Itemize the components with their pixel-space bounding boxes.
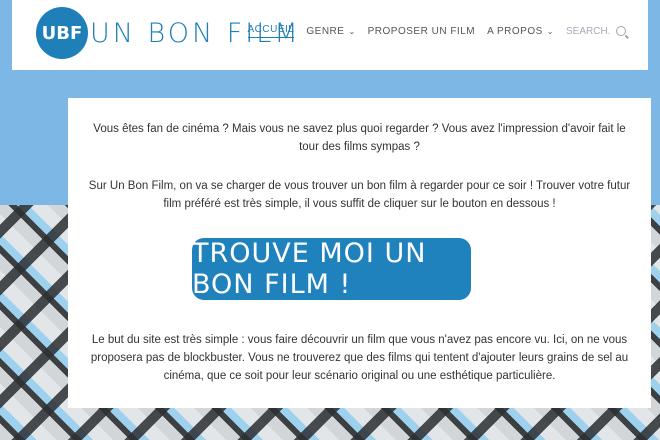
site-header: UBF UN BON FILM ACCUEIL GENRE ⌄ PROPOSER … — [12, 0, 648, 70]
search-input[interactable] — [566, 25, 611, 37]
find-film-button[interactable]: TROUVE MOI UN BON FILM ! — [192, 238, 471, 300]
nav-item-proposer[interactable]: PROPOSER UN FILM — [368, 26, 475, 37]
nav-label: ACCUEIL — [247, 24, 295, 35]
search-icon[interactable] — [616, 26, 626, 36]
about-text: Le but du site est très simple : vous fa… — [90, 334, 629, 382]
intro-text: Vous êtes fan de cinéma ? Mais vous ne s… — [93, 123, 626, 153]
description-text: Sur Un Bon Film, on va se charger de vou… — [88, 180, 631, 210]
nav-label: GENRE — [306, 25, 345, 37]
logo-badge: UBF — [36, 7, 88, 59]
main-content: Vous êtes fan de cinéma ? Mais vous ne s… — [68, 98, 651, 408]
nav-label: A PROPOS — [487, 25, 543, 37]
nav-item-genre[interactable]: GENRE ⌄ — [306, 26, 355, 37]
search-box — [566, 25, 626, 37]
nav-item-accueil[interactable]: ACCUEIL — [247, 24, 295, 38]
nav-item-a-propos[interactable]: A PROPOS ⌄ — [487, 26, 554, 37]
chevron-down-icon: ⌄ — [348, 26, 356, 36]
chevron-down-icon: ⌄ — [546, 26, 554, 36]
nav-label: PROPOSER UN FILM — [367, 25, 476, 37]
main-nav: ACCUEIL GENRE ⌄ PROPOSER UN FILM A PROPOS… — [247, 24, 626, 38]
